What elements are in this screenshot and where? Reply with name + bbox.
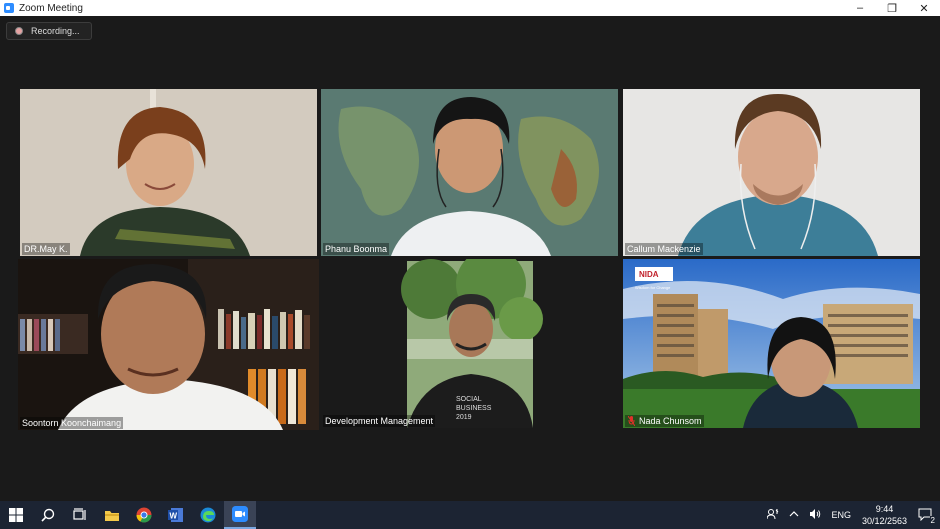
participant-name: Phanu Boonma <box>323 243 390 255</box>
clock-date: 30/12/2563 <box>861 516 907 526</box>
meeting-gallery: Recording... DR.May K. Phanu Boonma Call… <box>0 16 940 501</box>
video-tile-development-management[interactable]: SOCIAL BUSINESS 2019 Development Managem… <box>321 259 618 428</box>
people-icon[interactable] <box>766 508 779 522</box>
chevron-up-icon[interactable] <box>789 509 799 521</box>
video-feed: SOCIAL BUSINESS 2019 <box>321 259 618 428</box>
minimize-button[interactable]: – <box>844 0 876 16</box>
video-feed <box>18 259 319 430</box>
record-icon <box>15 27 23 35</box>
nida-logo-text: NIDA <box>639 270 659 279</box>
clock-time: 9:44 <box>875 504 894 514</box>
recording-label: Recording... <box>31 26 80 36</box>
shirt-text-business: BUSINESS <box>456 405 492 412</box>
video-feed: NIDA Wisdom for Change <box>623 259 920 428</box>
video-tile-dr-may[interactable]: DR.May K. <box>20 89 317 256</box>
close-button[interactable]: ✕ <box>908 0 940 16</box>
video-tile-soontorn[interactable]: Soontorn Koonchaimang <box>18 259 319 430</box>
window-title: Zoom Meeting <box>19 2 83 14</box>
video-feed <box>20 89 317 256</box>
nida-tagline: Wisdom for Change <box>635 285 671 290</box>
video-tile-callum[interactable]: Callum Mackenzie <box>623 89 920 256</box>
task-view-icon[interactable] <box>64 501 96 529</box>
notification-count: 2 <box>929 515 936 525</box>
zoom-app-icon <box>4 3 14 13</box>
search-icon[interactable] <box>32 501 64 529</box>
shirt-text-social: SOCIAL <box>456 396 482 403</box>
video-tile-nada[interactable]: NIDA Wisdom for Change Nada Chunsom <box>623 259 920 428</box>
video-feed <box>623 89 920 256</box>
edge-icon[interactable] <box>192 501 224 529</box>
word-glyph: W <box>170 512 178 521</box>
recording-indicator[interactable]: Recording... <box>6 22 92 40</box>
restore-button[interactable]: ❐ <box>876 0 908 16</box>
system-tray: ENG 9:44 30/12/2563 2 <box>762 501 940 529</box>
volume-icon[interactable] <box>809 508 821 522</box>
video-feed <box>321 89 618 256</box>
participant-name: Soontorn Koonchaimang <box>20 417 124 429</box>
zoom-icon[interactable] <box>224 501 256 529</box>
chrome-icon[interactable] <box>128 501 160 529</box>
shirt-text-year: 2019 <box>456 414 472 421</box>
participant-name: Development Management <box>323 415 436 427</box>
taskbar-clock[interactable]: 9:44 30/12/2563 <box>862 503 907 527</box>
title-bar: Zoom Meeting – ❐ ✕ <box>0 0 940 16</box>
start-icon[interactable] <box>0 501 32 529</box>
participant-name: DR.May K. <box>22 243 70 255</box>
microphone-muted-icon <box>628 416 635 426</box>
file-explorer-icon[interactable] <box>96 501 128 529</box>
notification-icon[interactable]: 2 <box>918 508 936 525</box>
video-tile-phanu[interactable]: Phanu Boonma <box>321 89 618 256</box>
participant-name: Nada Chunsom <box>625 415 704 427</box>
windows-taskbar: W ENG 9:44 30/12/2563 2 <box>0 501 940 529</box>
word-icon[interactable]: W <box>160 501 192 529</box>
input-language[interactable]: ENG <box>831 510 851 520</box>
participant-name: Callum Mackenzie <box>625 243 703 255</box>
